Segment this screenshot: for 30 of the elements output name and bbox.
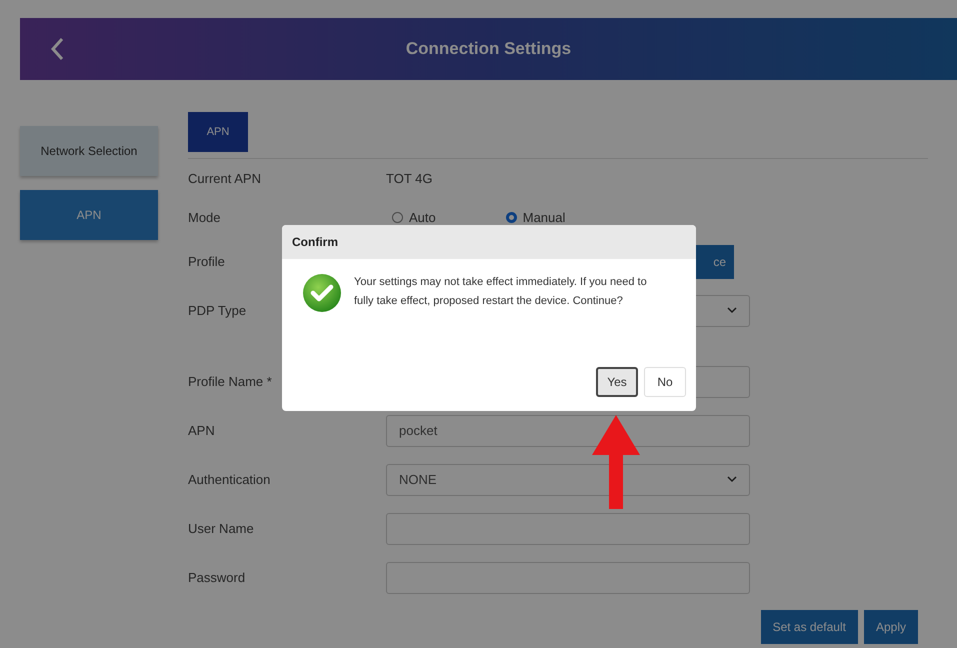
sidebar-item[interactable]: APN: [20, 190, 158, 240]
input-field[interactable]: [386, 562, 750, 594]
input-field[interactable]: [386, 512, 750, 544]
field-label: Authentication: [188, 472, 272, 487]
arrow-icon: [592, 415, 640, 509]
field-label: Current APN: [188, 171, 262, 186]
dialog-title: Confirm: [282, 225, 696, 259]
field-label: PDP Type: [188, 303, 248, 318]
field-label: Profile Name *: [188, 374, 273, 389]
dialog-button[interactable]: No: [644, 367, 686, 397]
current-apn-value: TOT 4G: [386, 171, 432, 186]
sidebar-item[interactable]: Network Selection: [20, 126, 158, 176]
dialog-message: Your settings may not take effect immediately. If you need to fully take effect, proposed restart the device. Continue?: [354, 275, 648, 309]
action-button[interactable]: Set as default: [760, 610, 858, 644]
dialog-button[interactable]: Yes: [596, 367, 638, 397]
mode-radio[interactable]: Auto: [392, 210, 436, 225]
field-label: Password: [188, 570, 246, 585]
input-field[interactable]: pocket: [386, 414, 750, 446]
field-label: User Name: [188, 521, 255, 536]
field-label: APN: [188, 423, 216, 438]
field-label: Mode: [188, 210, 222, 225]
page-title: Connection Settings: [404, 39, 572, 59]
action-button[interactable]: Apply: [864, 610, 918, 644]
dropdown-field[interactable]: NONE: [386, 464, 750, 496]
check-icon: [302, 273, 342, 313]
back-icon[interactable]: [50, 37, 64, 61]
chevron-down-icon: [727, 307, 737, 314]
apn-tab[interactable]: APN: [188, 112, 248, 152]
chevron-down-icon: [727, 476, 737, 483]
field-label: Profile: [188, 254, 226, 269]
